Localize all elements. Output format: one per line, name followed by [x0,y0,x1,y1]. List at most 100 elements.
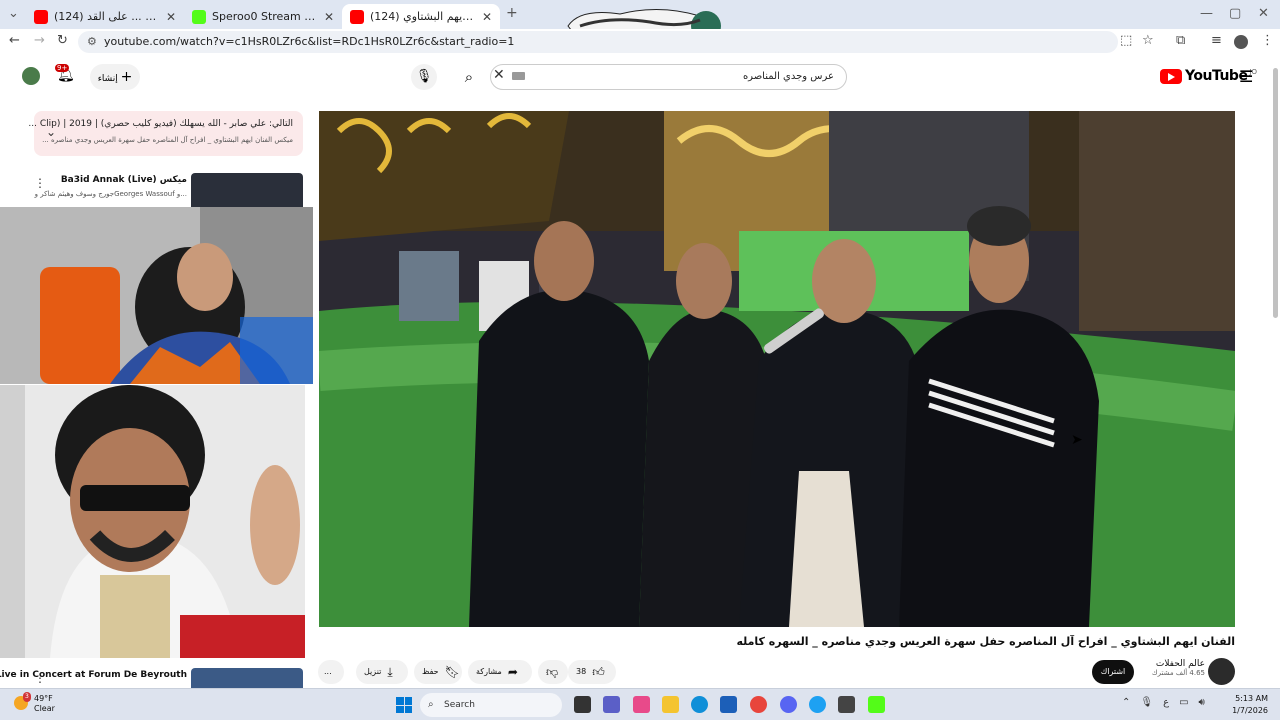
obs-icon[interactable] [838,696,855,713]
discord-icon[interactable] [780,696,797,713]
browser-tab-2[interactable]: Speroo0 Stream - Watch Live o ✕ [184,4,342,29]
task-view-icon[interactable] [574,696,591,713]
weather-desc: Clear [34,704,55,713]
close-window-icon[interactable]: ✕ [1258,6,1269,21]
more-actions-button[interactable]: ... [318,660,344,684]
chevron-down-icon[interactable]: ⌄ [46,125,56,139]
search-icon: ⌕ [428,699,434,710]
webcam-1-image [0,207,313,384]
youtube-favicon-icon [350,9,364,24]
clock-time: 5:13 AM [1235,694,1268,703]
dislike-button[interactable]: 👎︎ [538,660,568,684]
search-input[interactable]: عرس وجدي المناصره [490,64,847,90]
network-icon[interactable]: ▭ [1179,697,1188,708]
input-language[interactable]: ع [1163,697,1169,708]
system-tray: ⌃ 🎙︎ ع ▭ 🔊︎ [1122,697,1205,708]
voice-search-mic-icon[interactable]: 🎙︎ [411,64,437,90]
maximize-icon[interactable]: ▢ [1229,6,1241,21]
more-options-icon[interactable]: ⋮ [34,176,46,190]
address-bar[interactable]: ⚙ youtube.com/watch?v=c1HsR0LZr6c&list=R… [78,31,1118,53]
user-avatar[interactable] [22,67,40,85]
search-button-icon[interactable]: ⌕ [452,64,486,90]
more-options-icon[interactable]: ⋮ [34,671,46,685]
up-next-title: التالي: علي صابر - الله يسهلك (فيديو كلي… [28,119,293,129]
minimize-icon[interactable]: — [1200,6,1213,21]
extensions-icon[interactable]: ⧉ [1176,33,1185,48]
youtube-favicon-icon [34,9,48,24]
tab-title: Speroo0 Stream - Watch Live o [212,10,318,23]
browser-tab-strip: ⌄ (124) محوز وردة ... على القد ✕ Speroo0… [0,0,1280,44]
reading-list-icon[interactable]: ≡ [1211,33,1222,48]
bookmark-star-icon[interactable]: ☆ [1142,33,1154,48]
tab-title: (124) محوز وردة ... على القد [54,10,160,23]
tab-search-icon[interactable]: ⌄ [8,6,19,21]
close-tab-icon[interactable]: ✕ [166,10,176,24]
reload-icon[interactable]: ↻ [57,33,68,48]
channel-avatar[interactable] [1208,658,1235,685]
search-input-value: عرس وجدي المناصره [742,71,834,82]
subscribe-button[interactable]: اشتراك [1092,660,1134,684]
url-text: youtube.com/watch?v=c1HsR0LZr6c&list=RDc… [104,35,515,48]
playlist-item-subtitle: جورج وسوف وهيثم شاكر وGeorges Wassouf و.… [34,190,187,198]
teams-icon[interactable] [603,696,620,713]
close-tab-icon[interactable]: ✕ [482,10,492,24]
save-button[interactable]: حفظ 🔖︎ [414,660,462,684]
up-next-panel[interactable]: التالي: علي صابر - الله يسهلك (فيديو كلي… [28,111,303,156]
scrollbar-thumb[interactable] [1273,68,1278,318]
file-explorer-icon[interactable] [662,696,679,713]
forward-icon[interactable]: → [34,33,45,48]
notification-count-badge: 9+ [55,64,70,72]
site-info-icon[interactable]: ⚙ [87,31,97,53]
hamburger-menu-icon[interactable]: ☰ [1239,67,1253,86]
thumbs-down-icon: 👎︎ [546,665,559,679]
browser-tab-3-active[interactable]: (124) الفنان ايهم البشتاوي _ ✕ [342,4,500,29]
edge-icon[interactable] [691,696,708,713]
up-next-subtitle: ميكس الفنان ايهم البشتاوي _ افراح آل الم… [42,136,293,144]
new-tab-button[interactable]: + [506,5,518,21]
browser-tab-1[interactable]: (124) محوز وردة ... على القد ✕ [26,4,184,29]
windows-taskbar: 3 49°F Clear ⌕ Search ⌃ 🎙︎ ع ▭ 🔊︎ 5:13 AM… [0,688,1280,720]
channel-name[interactable]: عالم الحفلات [1150,659,1205,669]
streamer-webcam-1 [0,207,313,384]
volume-icon[interactable]: 🔊︎ [1199,697,1205,708]
create-button[interactable]: إنشاء + [90,64,140,90]
playlist-item-title: Ba3id Annak (Live) ميكس [60,175,187,185]
thumbs-up-icon: 👍︎ [592,665,605,679]
download-button[interactable]: تنزيل ⤓ [356,660,408,684]
install-app-icon[interactable]: ⬚ [1120,33,1132,48]
more-actions-label: ... [324,667,332,676]
app-icon[interactable] [809,696,826,713]
webcam-2-image [0,385,305,658]
back-icon[interactable]: ← [9,33,20,48]
kick-favicon-icon [192,9,206,24]
like-button[interactable]: 38 👍︎ [568,660,616,684]
copilot-icon[interactable] [633,696,650,713]
channel-info[interactable]: عالم الحفلات 4.65 ألف مشترك [1150,659,1205,677]
video-player[interactable] [319,111,1235,627]
profile-avatar[interactable] [1234,35,1248,49]
clear-search-icon[interactable]: ✕ [493,67,505,83]
bookmark-icon: 🔖︎ [444,665,460,679]
youtube-header: 🔔︎ 9+ إنشاء + 🎙︎ ⌕ عرس وجدي المناصره ✕ Y… [0,58,1270,96]
playlist-thumbnail[interactable] [191,173,303,211]
store-icon[interactable] [720,696,737,713]
browser-menu-icon[interactable]: ⋮ [1261,33,1274,48]
microphone-icon[interactable]: 🎙︎ [1140,697,1153,708]
weather-badge: 3 [23,692,31,702]
windows-start-icon[interactable] [396,697,412,713]
kick-icon[interactable] [868,696,885,713]
close-tab-icon[interactable]: ✕ [324,10,334,24]
share-label: مشاركة [476,667,502,676]
chrome-icon[interactable] [750,696,767,713]
keyboard-icon[interactable] [512,72,525,80]
taskbar-clock[interactable]: 5:13 AM 1/7/2026 [1228,693,1268,717]
playlist-item[interactable]: Ba3id Annak (Live) ميكس جورج وسوف وهيثم … [30,173,305,211]
playlist-item-title: Adam Live in Concert at Forum De Beyrout… [0,670,187,680]
video-title: الفنان ايهم البشتاوي _ افراح آل المناصره… [736,635,1235,648]
share-button[interactable]: مشاركة ➦ [468,660,532,684]
video-frame-image [319,111,1235,627]
download-label: تنزيل [364,667,382,676]
chevron-up-icon[interactable]: ⌃ [1122,697,1130,708]
taskbar-search[interactable]: ⌕ Search [420,693,562,717]
page-scrollbar[interactable] [1272,60,1279,690]
